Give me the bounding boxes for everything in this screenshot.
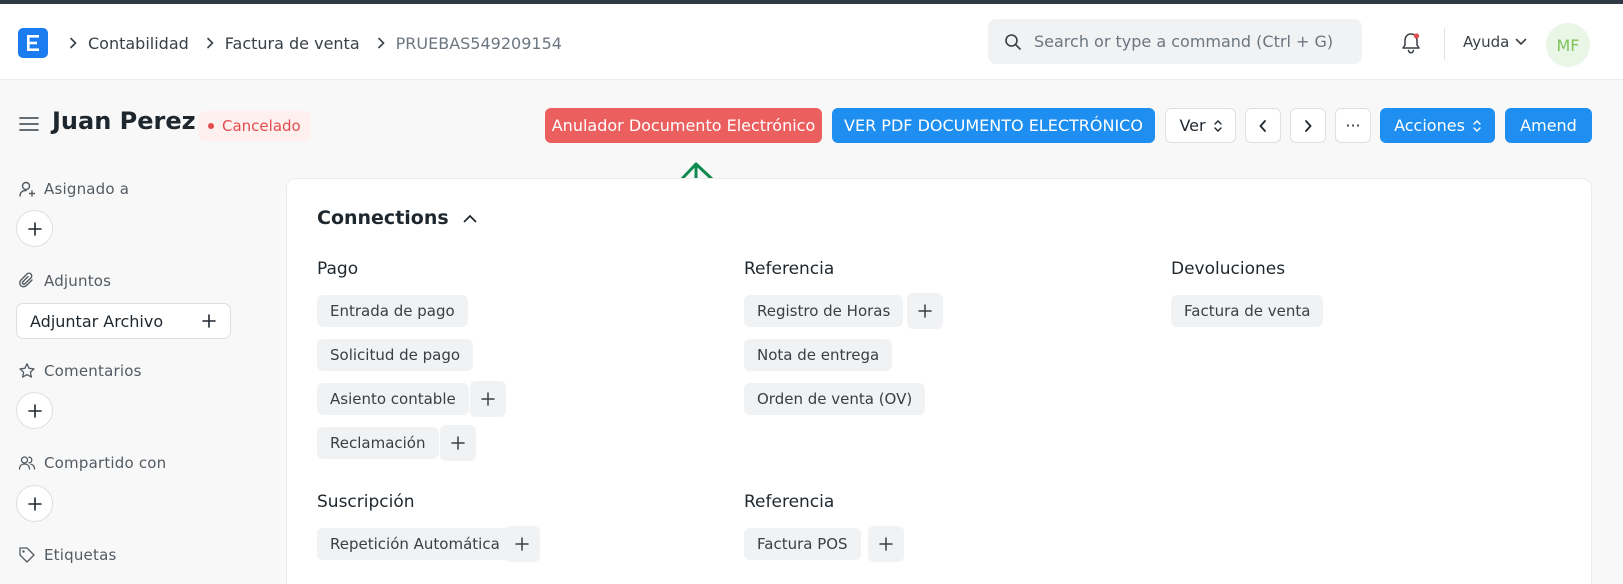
logo-e-icon — [27, 35, 39, 51]
add-registro-de-horas-button[interactable] — [907, 293, 943, 329]
group-title-pago: Pago — [317, 259, 359, 279]
sidebar-assigned-to: Asignado a — [18, 180, 129, 198]
sidebar-comments: Comentarios — [18, 362, 142, 380]
plus-icon — [918, 304, 932, 318]
notification-bell-icon[interactable] — [1399, 31, 1423, 57]
plus-icon — [481, 392, 495, 406]
connections-header[interactable]: Connections — [317, 207, 477, 229]
plus-icon — [27, 403, 42, 418]
group-title-suscripcion: Suscripción — [317, 492, 415, 512]
sidebar-attachments-label: Adjuntos — [44, 272, 112, 290]
connection-link-factura-de-venta[interactable]: Factura de venta — [1171, 295, 1324, 327]
sidebar-tags: Etiquetas — [18, 546, 116, 564]
more-options-button[interactable]: ··· — [1335, 108, 1371, 143]
connection-link-orden-de-venta[interactable]: Orden de venta (OV) — [744, 383, 926, 415]
app-logo[interactable] — [18, 28, 48, 58]
sidebar-shared-label: Compartido con — [44, 454, 167, 472]
users-icon — [18, 456, 36, 470]
actions-dropdown[interactable]: Acciones — [1380, 108, 1495, 143]
connection-link-repeticion-automatica[interactable]: Repetición Automática — [317, 528, 513, 560]
star-icon — [19, 363, 35, 378]
chevron-left-icon — [1259, 119, 1266, 132]
sidebar-comments-label: Comentarios — [44, 362, 142, 380]
page-title: Juan Perez — [52, 107, 196, 135]
actions-label: Acciones — [1394, 116, 1465, 135]
add-comment-button[interactable] — [16, 392, 53, 429]
sidebar-toggle-icon[interactable] — [18, 115, 40, 133]
breadcrumb: Contabilidad Factura de venta PRUEBAS549… — [62, 30, 562, 56]
search-placeholder: Search or type a command (Ctrl + G) — [1034, 32, 1334, 51]
breadcrumb-factura-de-venta[interactable]: Factura de venta — [225, 34, 360, 53]
connection-link-asiento-contable[interactable]: Asiento contable — [317, 383, 469, 415]
connection-link-factura-pos[interactable]: Factura POS — [744, 528, 861, 560]
amend-button[interactable]: Amend — [1505, 108, 1592, 143]
sort-arrows-icon — [1473, 119, 1481, 132]
breadcrumb-document-id[interactable]: PRUEBAS549209154 — [396, 34, 562, 53]
connection-link-registro-de-horas[interactable]: Registro de Horas — [744, 295, 904, 327]
status-label: Cancelado — [222, 117, 301, 135]
add-assignee-button[interactable] — [16, 210, 53, 247]
view-label: Ver — [1179, 116, 1206, 135]
help-label: Ayuda — [1463, 33, 1510, 51]
group-title-referencia: Referencia — [744, 259, 835, 279]
group-title-referencia-pos: Referencia — [744, 492, 835, 512]
tag-icon — [19, 547, 35, 563]
avatar[interactable]: MF — [1546, 23, 1590, 67]
annul-electronic-document-button[interactable]: Anulador Documento Electrónico — [545, 108, 822, 143]
search-icon — [1005, 33, 1021, 50]
plus-icon — [879, 537, 893, 551]
plus-icon — [27, 221, 42, 236]
breadcrumb-contabilidad[interactable]: Contabilidad — [88, 34, 189, 53]
sidebar-tags-label: Etiquetas — [44, 546, 117, 564]
chevron-up-icon — [463, 214, 477, 222]
connections-card: Connections Pago Entrada de pago Solicit… — [286, 178, 1592, 584]
connection-link-nota-de-entrega[interactable]: Nota de entrega — [744, 339, 893, 371]
plus-icon — [202, 314, 216, 328]
paperclip-icon — [19, 272, 33, 288]
search-input[interactable]: Search or type a command (Ctrl + G) — [988, 19, 1362, 64]
user-add-icon — [19, 181, 36, 197]
chevron-right-icon — [205, 37, 215, 49]
sidebar-assigned-label: Asignado a — [44, 180, 130, 198]
chevron-right-icon — [1305, 119, 1312, 132]
next-document-button[interactable] — [1290, 108, 1326, 143]
chevron-right-icon — [376, 37, 386, 49]
connection-link-entrada-de-pago[interactable]: Entrada de pago — [317, 295, 468, 327]
navbar-divider — [1444, 28, 1445, 60]
view-dropdown[interactable]: Ver — [1165, 108, 1236, 143]
navbar: Contabilidad Factura de venta PRUEBAS549… — [0, 4, 1623, 80]
status-dot — [208, 123, 214, 129]
status-badge: Cancelado — [198, 111, 311, 141]
add-factura-pos-button[interactable] — [868, 526, 904, 562]
chevron-down-icon — [1516, 38, 1527, 46]
connection-link-solicitud-de-pago[interactable]: Solicitud de pago — [317, 339, 474, 371]
chevron-right-icon — [68, 37, 78, 49]
sidebar-attachments: Adjuntos — [18, 272, 111, 290]
group-title-devoluciones: Devoluciones — [1171, 259, 1286, 279]
attach-file-button[interactable]: Adjuntar Archivo — [16, 303, 231, 339]
sort-arrows-icon — [1213, 119, 1222, 132]
plus-icon — [451, 436, 465, 450]
add-reclamacion-button[interactable] — [440, 425, 476, 461]
help-dropdown[interactable]: Ayuda — [1463, 33, 1527, 51]
add-repeticion-automatica-button[interactable] — [504, 526, 540, 562]
previous-document-button[interactable] — [1245, 108, 1281, 143]
view-pdf-button[interactable]: VER PDF DOCUMENTO ELECTRÓNICO — [832, 108, 1155, 143]
attach-file-label: Adjuntar Archivo — [30, 311, 164, 331]
add-share-button[interactable] — [16, 485, 53, 522]
connection-link-reclamacion[interactable]: Reclamación — [317, 427, 439, 459]
plus-icon — [27, 496, 42, 511]
sidebar-shared-with: Compartido con — [18, 454, 166, 472]
add-asiento-contable-button[interactable] — [470, 381, 506, 417]
connections-title: Connections — [317, 207, 449, 229]
plus-icon — [515, 537, 529, 551]
